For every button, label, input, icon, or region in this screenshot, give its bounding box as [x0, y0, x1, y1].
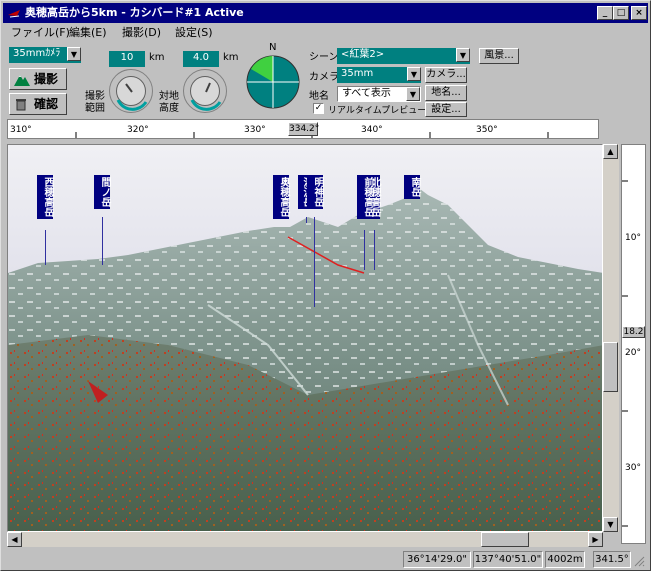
- height-label-2: 高度: [159, 103, 179, 114]
- menu-file[interactable]: ファイル(F): [11, 24, 70, 42]
- vruler-tick-20: 20°: [625, 348, 641, 358]
- peak-label[interactable]: 南岳: [404, 175, 420, 199]
- camera-select[interactable]: 35mm ▼: [337, 67, 421, 83]
- scroll-left-button[interactable]: ◀: [7, 532, 22, 547]
- window-title: 奥穂高岳から5km - カシバード#1 Active: [25, 6, 244, 19]
- horizontal-scroll-thumb[interactable]: [481, 532, 529, 547]
- status-latitude: 36°14'29.0": [403, 551, 471, 568]
- scene-value: <紅葉2>: [341, 49, 385, 60]
- vruler-tick-10: 10°: [625, 233, 641, 243]
- settings-button[interactable]: 設定...: [425, 102, 467, 117]
- distance-input[interactable]: 10: [109, 51, 145, 67]
- distance-dial-marker: [116, 83, 148, 111]
- menu-shoot[interactable]: 撮影(D): [122, 24, 161, 42]
- shoot-label: 撮影: [34, 72, 59, 86]
- scroll-up-button[interactable]: ▲: [603, 144, 618, 159]
- vertical-ruler-ticks: [622, 180, 628, 527]
- close-button[interactable]: ×: [631, 6, 647, 20]
- height-unit: km: [223, 52, 239, 63]
- horizontal-ruler: 310° 320° 330° 340° 350° 334.2°: [7, 119, 599, 139]
- camera-type-select[interactable]: 35mmｶﾒﾗ ▼: [9, 47, 81, 63]
- realtime-label: リアルタイムプレビュー: [328, 106, 427, 116]
- compass-icon[interactable]: [245, 53, 301, 111]
- terrain-viewport[interactable]: 西穂高岳 間ノ岳 奥穂高岳 涸沢岳 明神岳 北穂高岳 前穂高岳 南岳: [7, 144, 603, 532]
- horizontal-scrollbar[interactable]: ◀ ▶: [7, 532, 603, 547]
- scroll-right-button[interactable]: ▶: [588, 532, 603, 547]
- vruler-current-marker[interactable]: 18.2: [622, 326, 645, 338]
- confirm-button[interactable]: 確認: [9, 93, 67, 115]
- status-altitude: 4002m: [545, 551, 585, 568]
- vertical-ruler: 10° 20° 30° 18.2: [621, 144, 646, 544]
- chevron-down-icon: ▼: [407, 67, 421, 81]
- confirm-label: 確認: [34, 97, 59, 111]
- height-dial-marker: [190, 82, 222, 111]
- distance-dial[interactable]: [109, 69, 153, 113]
- status-bar: 36°14'29.0" 137°40'51.0" 4002m 341.5°: [3, 549, 648, 569]
- placename-button[interactable]: 地名...: [425, 85, 467, 101]
- vertical-scrollbar[interactable]: ▲ ▼: [603, 144, 619, 532]
- placename-label: 地名: [309, 91, 329, 102]
- distance-unit: km: [149, 52, 165, 63]
- maximize-button[interactable]: □: [613, 6, 629, 20]
- chevron-down-icon: ▼: [406, 87, 420, 101]
- peak-line: [102, 217, 103, 265]
- peak-label[interactable]: 明神岳: [307, 175, 323, 209]
- peak-label[interactable]: 前穂高岳: [357, 175, 373, 219]
- placename-select[interactable]: すべて表示 ▼: [337, 86, 421, 102]
- peak-line: [374, 230, 375, 270]
- camera-value: 35mm: [341, 68, 374, 79]
- hruler-current-marker[interactable]: 334.2°: [288, 122, 319, 136]
- height-input[interactable]: 4.0: [183, 51, 219, 67]
- resize-grip-icon[interactable]: [633, 555, 645, 567]
- peak-label[interactable]: 奥穂高岳: [273, 175, 289, 219]
- realtime-checkbox[interactable]: ✓: [313, 103, 324, 114]
- peak-line: [45, 230, 46, 265]
- status-longitude: 137°40'51.0": [473, 551, 543, 568]
- trash-icon: [16, 99, 26, 111]
- menu-settings[interactable]: 設定(S): [175, 24, 213, 42]
- scenery-button[interactable]: 風景...: [479, 48, 519, 64]
- peak-line: [364, 230, 365, 270]
- chevron-down-icon: ▼: [67, 47, 81, 61]
- peak-line: [314, 217, 315, 307]
- title-bar: 奥穂高岳から5km - カシバード#1 Active _ □ ×: [3, 3, 648, 23]
- camera-label: カメラ: [309, 72, 339, 83]
- hruler-tick-330: 330°: [244, 125, 266, 135]
- minimize-button[interactable]: _: [597, 6, 613, 20]
- compass-north-label: N: [269, 42, 277, 53]
- peak-label[interactable]: 間ノ岳: [94, 175, 110, 209]
- scene-select[interactable]: <紅葉2> ▼: [337, 48, 470, 64]
- peak-label[interactable]: 西穂高岳: [37, 175, 53, 219]
- placename-value: すべて表示: [342, 88, 391, 99]
- camera-button[interactable]: カメラ...: [425, 67, 467, 83]
- peak-line: [306, 217, 307, 223]
- height-dial[interactable]: [183, 69, 227, 113]
- hruler-tick-320: 320°: [127, 125, 149, 135]
- chevron-down-icon: ▼: [456, 48, 470, 62]
- shoot-button[interactable]: 撮影: [9, 68, 67, 90]
- hruler-tick-310: 310°: [10, 125, 32, 135]
- camera-type-value: 35mmｶﾒﾗ: [13, 48, 61, 59]
- menu-edit[interactable]: 編集(E): [69, 24, 107, 42]
- mountain-icon: [14, 75, 30, 86]
- hruler-tick-350: 350°: [476, 125, 498, 135]
- scene-label: シーン: [309, 52, 339, 63]
- hruler-tick-340: 340°: [361, 125, 383, 135]
- scroll-down-button[interactable]: ▼: [603, 517, 618, 532]
- vertical-scroll-thumb[interactable]: [603, 342, 618, 392]
- app-icon: [8, 10, 20, 18]
- distance-label-2: 範囲: [85, 103, 105, 114]
- app-window: 奥穂高岳から5km - カシバード#1 Active _ □ × ファイル(F)…: [0, 0, 651, 571]
- vruler-tick-30: 30°: [625, 463, 641, 473]
- status-direction: 341.5°: [593, 551, 631, 568]
